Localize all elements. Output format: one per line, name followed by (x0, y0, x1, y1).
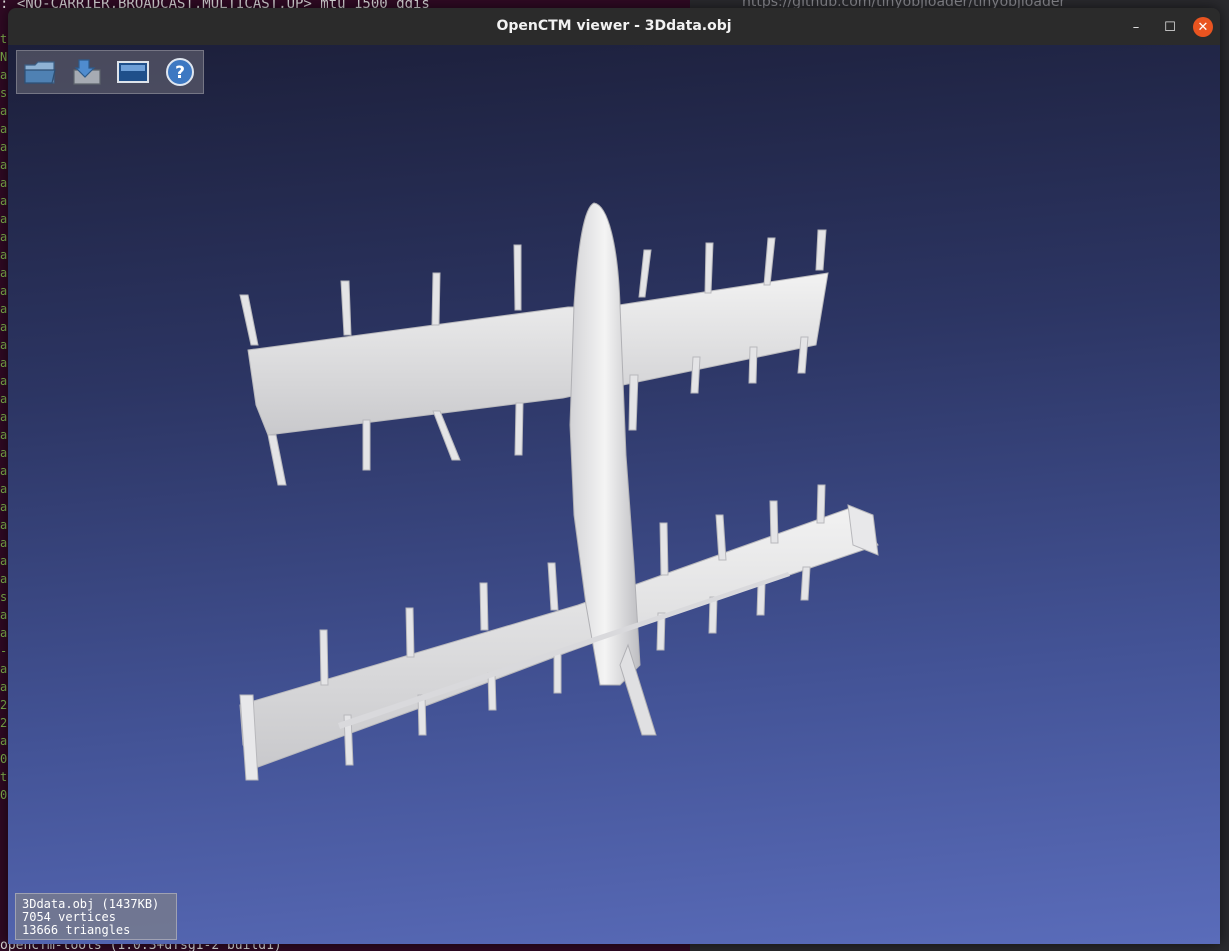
toolbar: ? (16, 50, 204, 94)
help-icon[interactable]: ? (157, 51, 204, 93)
save-icon[interactable] (64, 51, 111, 93)
model-triangles-line: 13666 triangles (22, 923, 131, 937)
background-browser-edge (1219, 60, 1229, 860)
model-info-panel: 3Ddata.obj (1437KB) 7054 vertices 13666 … (15, 893, 177, 940)
lower-wing (239, 506, 879, 768)
3d-viewport[interactable]: ? 3Ddata.obj (1437KB) 7054 vertices 1366… (8, 45, 1220, 944)
upper-wing (247, 272, 829, 436)
close-button[interactable]: ✕ (1193, 17, 1213, 37)
maximize-button[interactable]: ☐ (1160, 17, 1180, 37)
svg-text:?: ? (175, 63, 185, 83)
minimize-button[interactable]: – (1126, 17, 1146, 37)
title-bar[interactable]: OpenCTM viewer - 3Ddata.obj – ☐ ✕ (8, 8, 1220, 45)
texture-icon[interactable] (110, 51, 157, 93)
opencTM-viewer-window: OpenCTM viewer - 3Ddata.obj – ☐ ✕ ? 3Dda… (8, 8, 1220, 944)
open-folder-icon[interactable] (17, 51, 64, 93)
window-title: OpenCTM viewer - 3Ddata.obj (496, 18, 732, 34)
aircraft-model[interactable] (8, 45, 1220, 944)
secondary-boom (338, 572, 790, 729)
